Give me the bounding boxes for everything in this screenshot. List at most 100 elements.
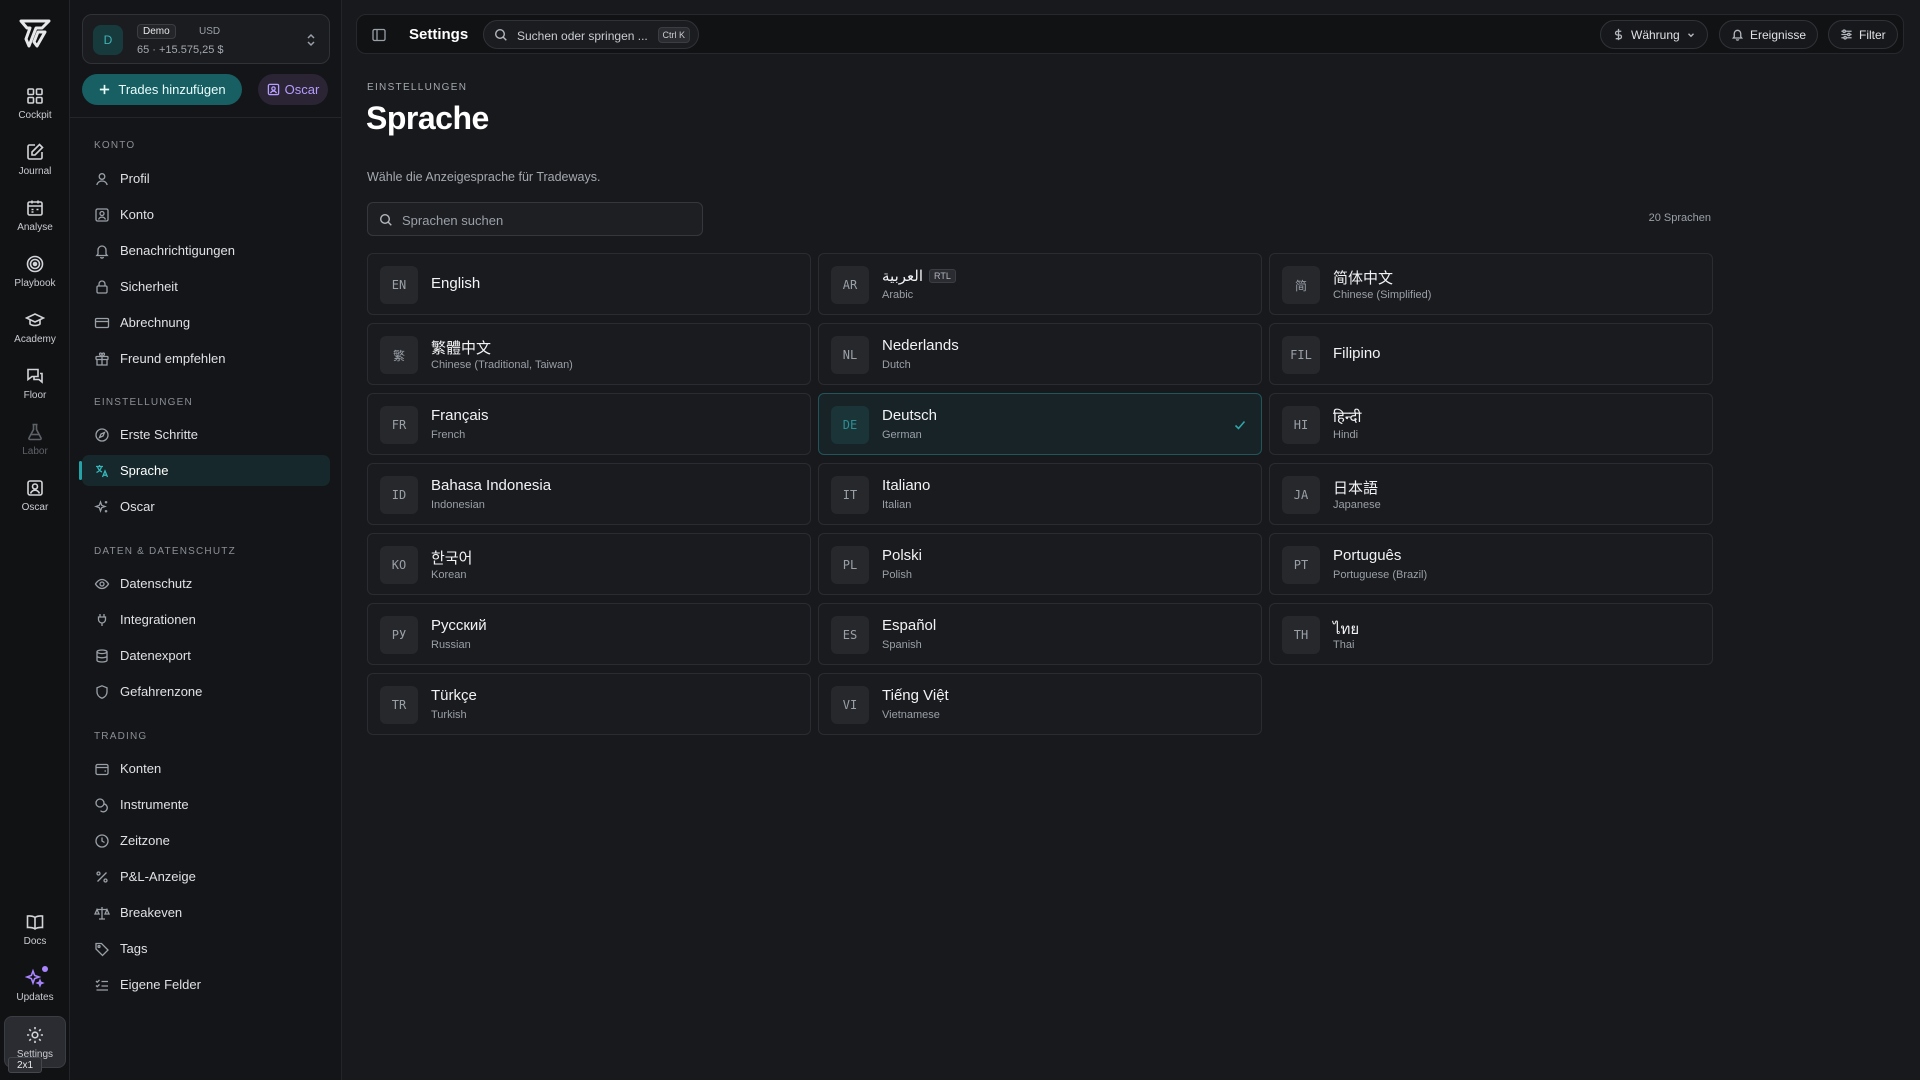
filter-button[interactable]: Filter — [1828, 20, 1898, 49]
settings-sidebar: D Demo USD 65 · +15.575,25 $ Trades hinz… — [70, 0, 342, 1080]
language-code-badge: 简 — [1282, 266, 1320, 304]
rail-item-analyse[interactable]: Analyse — [4, 190, 66, 240]
language-code-badge: PT — [1282, 546, 1320, 584]
rail-item-labor[interactable]: Labor — [4, 414, 66, 464]
rail-item-floor[interactable]: Floor — [4, 358, 66, 408]
rail-label: Cockpit — [18, 109, 52, 121]
sidebar-item-benachrichtigungen[interactable]: Benachrichtigungen — [82, 235, 330, 266]
language-option[interactable]: TH ไทย Thai — [1269, 603, 1713, 665]
credit-card-icon — [94, 317, 110, 328]
sidebar-item-pl-anzeige[interactable]: P&L-Anzeige — [82, 861, 330, 892]
language-english-name: Chinese (Traditional, Taiwan) — [431, 359, 573, 371]
language-native-name: 简体中文 — [1333, 270, 1394, 287]
language-option[interactable]: KO 한국어 Korean — [367, 533, 811, 595]
account-switcher[interactable]: D Demo USD 65 · +15.575,25 $ — [82, 14, 330, 64]
language-option[interactable]: TR Türkçe Turkish — [367, 673, 811, 735]
language-search-field[interactable] — [367, 202, 703, 236]
language-option[interactable]: ES Español Spanish — [818, 603, 1262, 665]
sidebar-item-profil[interactable]: Profil — [82, 163, 330, 194]
rail-item-playbook[interactable]: Playbook — [4, 246, 66, 296]
sidebar-item-sicherheit[interactable]: Sicherheit — [82, 271, 330, 302]
currency-label: Währung — [1631, 27, 1680, 42]
sidebar-item-datenexport[interactable]: Datenexport — [82, 640, 330, 671]
sidebar-item-tags[interactable]: Tags — [82, 933, 330, 964]
sidebar-item-label: Zeitzone — [120, 833, 170, 848]
rail-item-oscar[interactable]: Oscar — [4, 470, 66, 520]
sidebar-item-gefahrenzone[interactable]: Gefahrenzone — [82, 676, 330, 707]
rail-label: Analyse — [17, 221, 53, 233]
sidebar-item-label: Eigene Felder — [120, 977, 201, 992]
language-native-name-row: 简体中文 — [1333, 267, 1393, 288]
language-native-name: 繁體中文 — [431, 340, 492, 357]
sidebar-item-zeitzone[interactable]: Zeitzone — [82, 825, 330, 856]
language-search-input[interactable] — [402, 211, 692, 229]
page-description: Wähle die Anzeigesprache für Tradeways. — [367, 170, 601, 184]
language-code-badge: FR — [380, 406, 418, 444]
language-native-name: Deutsch — [882, 407, 938, 424]
language-option[interactable]: PT Português Portuguese (Brazil) — [1269, 533, 1713, 595]
sidebar-item-instrumente[interactable]: Instrumente — [82, 789, 330, 820]
sidebar-toggle-button[interactable] — [367, 23, 391, 47]
language-code-badge: IT — [831, 476, 869, 514]
rail-label: Oscar — [21, 501, 49, 513]
language-option[interactable]: DE Deutsch German — [818, 393, 1262, 455]
language-code-badge: EN — [380, 266, 418, 304]
sidebar-item-label: Gefahrenzone — [120, 684, 203, 699]
section-title: KONTO — [94, 140, 136, 151]
shield-icon — [96, 684, 108, 699]
language-option[interactable]: РУ Русский Russian — [367, 603, 811, 665]
global-search[interactable]: Suchen oder springen ... Ctrl K — [483, 20, 699, 49]
language-option[interactable]: 繁繁體中文 Chinese (Traditional, Taiwan) — [367, 323, 811, 385]
rail-item-cockpit[interactable]: Cockpit — [4, 78, 66, 128]
rail-item-academy[interactable]: Academy — [4, 302, 66, 352]
compass-icon — [95, 427, 109, 442]
sidebar-item-oscar[interactable]: Oscar — [82, 491, 330, 522]
tradeways-logo[interactable] — [18, 16, 52, 50]
language-option[interactable]: FR Français French — [367, 393, 811, 455]
sidebar-item-label: Benachrichtigungen — [120, 243, 235, 258]
rail-item-updates[interactable]: Updates — [4, 960, 66, 1010]
language-code-badge: HI — [1282, 406, 1320, 444]
add-trades-button[interactable]: Trades hinzufügen — [82, 74, 242, 105]
language-option[interactable]: ID Bahasa Indonesia Indonesian — [367, 463, 811, 525]
language-option[interactable]: PL Polski Polish — [818, 533, 1262, 595]
language-code-badge: ES — [831, 616, 869, 654]
sidebar-item-eigene-felder[interactable]: Eigene Felder — [82, 969, 330, 1000]
account-currency: USD — [199, 26, 221, 37]
currency-button[interactable]: Währung — [1600, 20, 1708, 49]
sidebar-item-breakeven[interactable]: Breakeven — [82, 897, 330, 928]
bell-icon — [1732, 29, 1743, 41]
language-option[interactable]: VI Tiếng Việt Vietnamese — [818, 673, 1262, 735]
checklist-icon — [95, 979, 108, 991]
sidebar-item-konten[interactable]: Konten — [82, 753, 330, 784]
language-option[interactable]: HI हिन्दी Hindi — [1269, 393, 1713, 455]
topbar: Settings Suchen oder springen ... Ctrl K… — [356, 14, 1904, 54]
sidebar-item-konto[interactable]: Konto — [82, 199, 330, 230]
language-option[interactable]: JA 日本語 Japanese — [1269, 463, 1713, 525]
sidebar-item-abrechnung[interactable]: Abrechnung — [82, 307, 330, 338]
language-english-name: Korean — [431, 569, 467, 581]
language-code-badge: TR — [380, 686, 418, 724]
language-english-name: Italian — [882, 499, 912, 511]
sidebar-item-erste-schritte[interactable]: Erste Schritte — [82, 419, 330, 450]
language-option[interactable]: 简简体中文 Chinese (Simplified) — [1269, 253, 1713, 315]
zoom-badge: 2x1 — [8, 1057, 42, 1073]
language-option[interactable]: NL Nederlands Dutch — [818, 323, 1262, 385]
language-native-name: ไทย — [1333, 621, 1360, 638]
oscar-button[interactable]: Oscar — [258, 74, 328, 105]
rail-item-journal[interactable]: Journal — [4, 134, 66, 184]
gift-icon — [95, 351, 109, 366]
section-title: EINSTELLUNGEN — [94, 397, 193, 408]
language-option[interactable]: FIL Filipino — [1269, 323, 1713, 385]
language-option[interactable]: AR العربية RTL Arabic — [818, 253, 1262, 315]
sidebar-item-integrationen[interactable]: Integrationen — [82, 604, 330, 635]
rtl-badge: RTL — [929, 269, 956, 283]
sidebar-item-datenschutz[interactable]: Datenschutz — [82, 568, 330, 599]
sidebar-item-freund-empfehlen[interactable]: Freund empfehlen — [82, 343, 330, 374]
language-option[interactable]: EN English — [367, 253, 811, 315]
sidebar-item-sprache[interactable]: Sprache — [79, 455, 330, 486]
rail-item-docs[interactable]: Docs — [4, 904, 66, 954]
panel-left-icon — [372, 28, 386, 42]
events-button[interactable]: Ereignisse — [1719, 20, 1819, 49]
language-option[interactable]: IT Italiano Italian — [818, 463, 1262, 525]
